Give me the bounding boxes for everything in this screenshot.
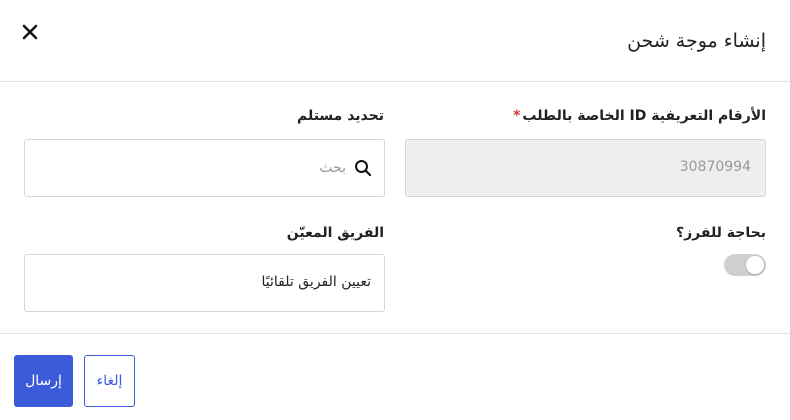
recipient-label: تحديد مستلم <box>297 108 384 124</box>
modal-title: إنشاء موجة شحن <box>627 30 766 52</box>
assigned-team-value: تعيين الفريق تلقائيًا <box>261 274 371 290</box>
cancel-button[interactable]: إلغاء <box>84 355 135 407</box>
recipient-search-field <box>24 139 385 197</box>
order-ids-value: 30870994 <box>679 159 751 175</box>
close-icon[interactable] <box>20 22 40 42</box>
assigned-team-select[interactable]: تعيين الفريق تلقائيًا <box>24 254 385 312</box>
recipient-search-input[interactable] <box>66 140 346 196</box>
order-ids-label: الأرقام التعريفية ID الخاصة بالطلب* <box>513 108 766 124</box>
footer-divider <box>0 333 790 334</box>
sorting-toggle[interactable] <box>724 254 766 276</box>
toggle-knob <box>746 256 764 274</box>
required-marker: * <box>513 108 521 124</box>
order-ids-field[interactable]: 30870994 <box>405 139 766 197</box>
submit-button[interactable]: إرسال <box>14 355 73 407</box>
sorting-label: بحاجة للفرز؟ <box>676 225 766 241</box>
assigned-team-label: الفريق المعيّن <box>286 225 384 241</box>
modal-header: إنشاء موجة شحن <box>0 0 790 82</box>
search-icon <box>355 160 372 177</box>
order-ids-label-text: الأرقام التعريفية ID الخاصة بالطلب <box>522 108 766 124</box>
create-shipping-wave-modal: إنشاء موجة شحن الأرقام التعريفية ID الخا… <box>0 0 790 420</box>
